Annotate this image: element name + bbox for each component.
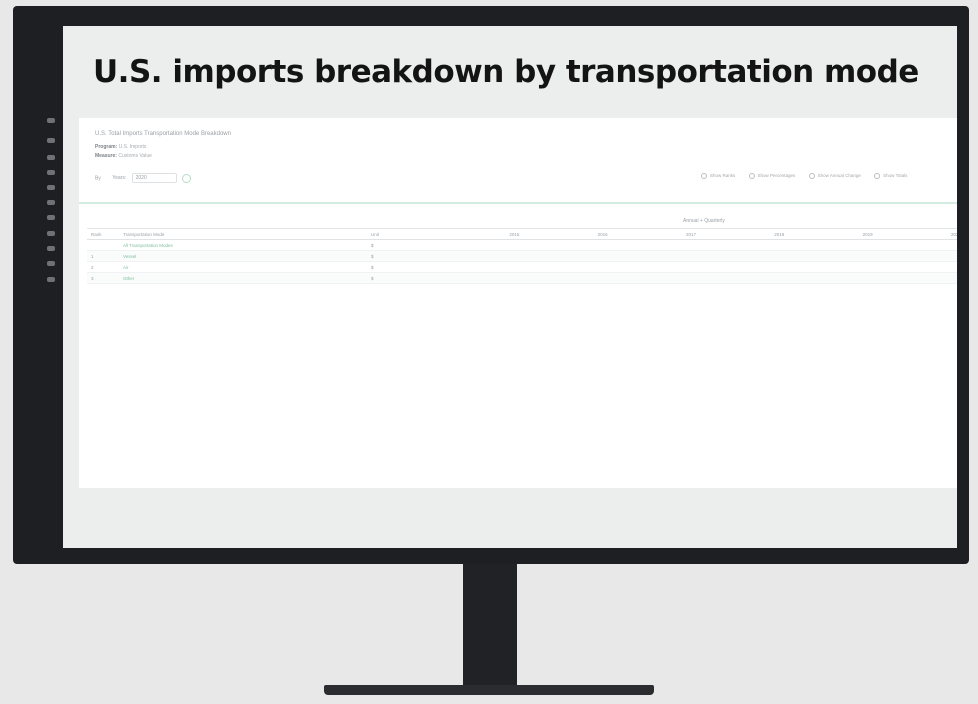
program-value: U.S. Imports [118,144,147,150]
monitor-frame: U.S. imports breakdown by transportation… [13,6,969,564]
table-cell [87,239,119,251]
chart-icon[interactable] [47,155,55,160]
table-cell [788,272,877,284]
page-title: U.S. Total Imports Transportation Mode B… [95,131,231,137]
column-header[interactable]: 2018 [699,228,789,240]
table-row: 3 Other $ [87,272,957,284]
measure-label: Measure: [95,153,117,159]
table-header-row: Rank Transportation Mode Unit 2015 2016 … [87,228,957,240]
table-cell [523,239,612,251]
table-caption: Annual + Quarterly [683,218,725,224]
table-cell [699,261,789,273]
grid-icon[interactable] [47,138,55,143]
settings-icon[interactable] [47,277,55,282]
column-header[interactable]: 2016 [523,228,612,240]
option-show-annual-change[interactable]: Show Annual Change [808,173,861,179]
table-cell [788,239,877,251]
share-icon[interactable] [47,246,55,251]
mode-link[interactable]: Air [119,261,367,273]
table-cell [435,250,524,262]
mode-link[interactable]: Vessel [119,250,367,262]
table-cell [435,272,524,284]
table-cell [788,250,877,262]
download-icon[interactable] [47,231,55,236]
monitor-stand-neck [463,564,517,687]
table-cell: $ [367,261,435,273]
imports-table: Rank Transportation Mode Unit 2015 2016 … [87,228,957,284]
table-cell [611,239,700,251]
table-cell [699,272,789,284]
table-cell [788,261,877,273]
option-show-percentages[interactable]: Show Percentages [748,173,795,179]
table-cell: $ [367,272,435,284]
radio-icon [874,173,881,179]
table-cell [876,250,957,262]
program-meta: Program: U.S. Imports [95,144,146,150]
column-header[interactable]: 2020 [876,228,957,240]
table-cell [523,272,612,284]
table-cell: $ [367,239,435,251]
table-cell: 1 [87,250,119,262]
home-icon[interactable] [47,118,55,123]
years-label: Years: [112,175,127,182]
table-cell [435,239,524,251]
column-header[interactable]: 2019 [788,228,877,240]
table-cell [435,261,524,273]
screen: U.S. imports breakdown by transportation… [63,26,957,548]
filter-icon[interactable] [47,200,55,205]
table-cell: 2 [87,261,119,273]
table-row: 1 Vessel $ [87,250,957,262]
table-cell [699,250,789,262]
radio-icon [701,173,707,179]
column-header[interactable]: Transportation Mode [119,228,367,240]
monitor-stand-base [324,685,654,695]
table-cell [611,272,700,284]
column-header[interactable]: 2015 [435,228,524,240]
filter-by-label: By [95,175,101,182]
table-cell [876,239,957,251]
option-show-totals[interactable]: Show Totals [874,173,907,179]
mode-link[interactable]: Other [119,272,367,284]
table-row: 2 Air $ [87,261,957,273]
column-header[interactable]: Unit [367,228,435,240]
table-cell [876,272,957,284]
trade-data-app: U.S. Total Imports Transportation Mode B… [79,118,957,488]
column-header[interactable]: Rank [87,228,119,240]
measure-value: Customs Value [118,153,152,159]
table-cell: 3 [87,272,119,284]
mode-link[interactable]: All Transportation Modes [119,239,367,251]
table-cell [876,261,957,273]
table-cell [523,261,612,273]
list-icon[interactable] [47,170,55,175]
table-cell [699,239,789,251]
filter-controls: By Years: 2020 [95,173,192,183]
table-row: All Transportation Modes $ [87,239,957,251]
table-cell [611,250,700,262]
section-divider [79,202,957,204]
years-select[interactable]: 2020 [131,173,177,183]
left-icon-rail [41,118,63,548]
table-cell [523,250,612,262]
option-show-ranks[interactable]: Show Ranks [701,173,735,179]
table-cell [611,261,700,273]
help-icon[interactable] [47,261,55,266]
measure-meta: Measure: Customs Value [95,153,152,159]
table-cell: $ [367,250,435,262]
banner-title: U.S. imports breakdown by transportation… [93,54,919,90]
program-label: Program: [95,144,118,150]
column-header[interactable]: 2017 [611,228,700,240]
refresh-button[interactable] [182,173,192,183]
map-icon[interactable] [47,215,55,220]
radio-icon [808,173,815,179]
table-icon[interactable] [47,185,55,190]
display-options: Show Ranks Show Percentages Show Annual … [701,173,951,187]
radio-icon [748,173,755,179]
